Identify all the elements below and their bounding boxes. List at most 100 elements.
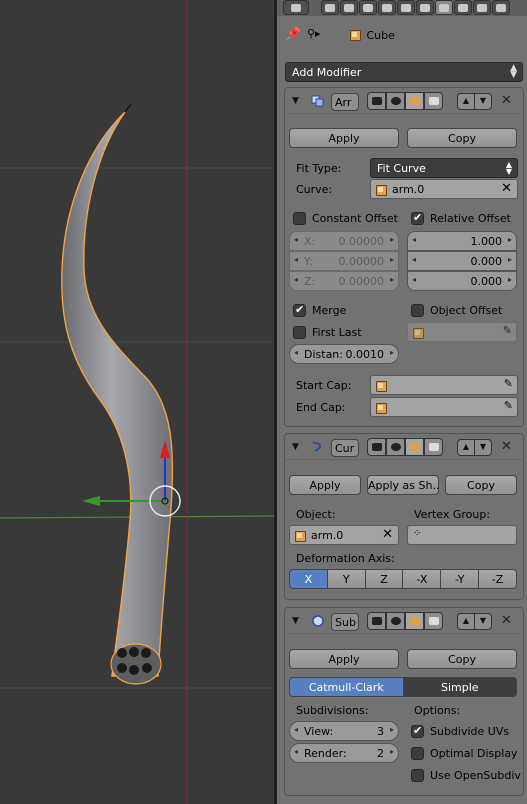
view-levels-field[interactable]: ◂ View: 3 ▸ <box>289 721 399 741</box>
constant-y-field[interactable]: ◂ Y: 0.00000 ▸ <box>289 251 399 271</box>
arrow-left-icon: ◂ <box>294 275 299 284</box>
subdivision-type-selector: Catmull-Clark Simple <box>289 677 517 697</box>
texture-tab-icon[interactable] <box>492 0 510 15</box>
arrow-left-icon: ◂ <box>412 275 417 284</box>
remove-modifier-icon[interactable]: ✕ <box>501 93 512 108</box>
viewport-eye-icon[interactable] <box>386 438 405 456</box>
axis-y-button[interactable]: Y <box>327 569 366 589</box>
object-offset-checkbox[interactable] <box>411 304 424 317</box>
catmull-clark-button[interactable]: Catmull-Clark <box>289 677 404 697</box>
move-up-icon[interactable]: ▲ <box>457 439 475 456</box>
end-cap-field[interactable]: ✎ <box>370 397 518 417</box>
copy-button[interactable]: Copy <box>407 128 517 148</box>
start-cap-field[interactable]: ✎ <box>370 375 518 395</box>
merge-checkbox[interactable] <box>293 303 306 317</box>
scene-tab-icon[interactable] <box>359 0 377 15</box>
vertex-group-field[interactable]: ⁘ <box>407 525 517 545</box>
pin-icon[interactable]: 📌 <box>285 27 301 42</box>
curve-object-field[interactable]: arm.0 ✕ <box>289 525 399 545</box>
relative-x-field[interactable]: ◂ 1.000 ▸ <box>407 231 517 251</box>
viewport-eye-icon[interactable] <box>386 92 405 110</box>
data-tab-icon[interactable] <box>454 0 472 15</box>
menu-arrows-icon: ▲ ▼ <box>510 63 517 80</box>
relative-z-field[interactable]: ◂ 0.000 ▸ <box>407 271 517 291</box>
viewport-canvas[interactable] <box>0 0 274 804</box>
material-tab-icon[interactable] <box>473 0 491 15</box>
curve-value: arm.0 <box>392 183 425 196</box>
collapse-triangle-icon[interactable]: ▼ <box>292 616 299 626</box>
remove-modifier-icon[interactable]: ✕ <box>501 439 512 454</box>
editor-type-icon[interactable] <box>283 0 309 15</box>
move-down-icon[interactable]: ▼ <box>474 439 492 456</box>
axis-neg-x-button[interactable]: -X <box>403 569 442 589</box>
offset-object-field[interactable]: ✎ <box>407 322 517 342</box>
axis-neg-y-button[interactable]: -Y <box>441 569 480 589</box>
eyedropper-icon[interactable]: ✎ <box>503 324 512 337</box>
fit-type-dropdown[interactable]: Fit Curve ▲ ▼ <box>370 158 518 178</box>
render-tab-icon[interactable] <box>321 0 339 15</box>
eyedropper-icon[interactable]: ✎ <box>504 399 513 412</box>
collapse-triangle-icon[interactable]: ▼ <box>292 442 299 452</box>
curve-field[interactable]: arm.0 ✕ <box>370 179 518 199</box>
first-last-checkbox[interactable] <box>293 326 306 339</box>
viewport-eye-icon[interactable] <box>386 612 405 630</box>
subdivisions-label: Subdivisions: <box>296 704 369 717</box>
add-modifier-label: Add Modifier <box>292 66 362 79</box>
move-up-icon[interactable]: ▲ <box>457 613 475 630</box>
eyedropper-icon[interactable]: ✎ <box>504 377 513 390</box>
layers-tab-icon[interactable] <box>340 0 358 15</box>
axis-x-button[interactable]: X <box>289 569 328 589</box>
collapse-triangle-icon[interactable]: ▼ <box>292 96 299 106</box>
constant-offset-checkbox[interactable] <box>293 212 306 225</box>
fit-type-value: Fit Curve <box>377 162 426 175</box>
apply-as-shape-button[interactable]: Apply as Sh... <box>367 475 439 495</box>
modifier-name-field[interactable]: Arr <box>331 93 359 111</box>
distance-label: Distan: <box>304 348 343 361</box>
copy-button[interactable]: Copy <box>445 475 517 495</box>
distance-value: 0.0010 <box>345 348 385 361</box>
clear-icon[interactable]: ✕ <box>382 527 393 542</box>
use-opensubdiv-checkbox[interactable] <box>411 769 424 782</box>
move-down-icon[interactable]: ▼ <box>474 613 492 630</box>
apply-button[interactable]: Apply <box>289 475 361 495</box>
render-toggle-icon[interactable] <box>367 92 386 110</box>
move-down-icon[interactable]: ▼ <box>474 93 492 110</box>
modifiers-tab-icon[interactable] <box>435 0 453 15</box>
editmode-toggle-icon[interactable] <box>405 92 424 110</box>
relative-y-field[interactable]: ◂ 0.000 ▸ <box>407 251 517 271</box>
render-toggle-icon[interactable] <box>367 612 386 630</box>
apply-button[interactable]: Apply <box>289 649 399 669</box>
simple-button[interactable]: Simple <box>403 677 517 697</box>
move-up-icon[interactable]: ▲ <box>457 93 475 110</box>
render-levels-field[interactable]: ◂ Render: 2 ▸ <box>289 743 399 763</box>
on-cage-toggle-icon[interactable] <box>424 612 443 630</box>
editmode-toggle-icon[interactable] <box>405 612 424 630</box>
on-cage-toggle-icon[interactable] <box>424 92 443 110</box>
constant-z-field[interactable]: ◂ Z: 0.00000 ▸ <box>289 271 399 291</box>
modifier-name-field[interactable]: Sub <box>331 613 359 631</box>
optimal-display-checkbox[interactable] <box>411 747 424 760</box>
modifier-name-field[interactable]: Cur <box>331 439 359 457</box>
remove-modifier-icon[interactable]: ✕ <box>501 613 512 628</box>
render-toggle-icon[interactable] <box>367 438 386 456</box>
subsurf-modifier-panel: ▼ Sub ▲ ▼ ✕ Apply Copy Catmull-Clark Sim… <box>284 607 524 796</box>
clear-icon[interactable]: ✕ <box>501 181 512 196</box>
constraints-tab-icon[interactable] <box>416 0 434 15</box>
add-modifier-menu[interactable]: Add Modifier ▲ ▼ <box>285 62 523 82</box>
object-tab-icon[interactable] <box>397 0 415 15</box>
axis-neg-z-button[interactable]: -Z <box>479 569 517 589</box>
editmode-toggle-icon[interactable] <box>405 438 424 456</box>
context-breadcrumb: 📌 ⚲▸ Cube <box>285 26 523 46</box>
relative-offset-checkbox[interactable] <box>411 211 424 225</box>
copy-button[interactable]: Copy <box>407 649 517 669</box>
on-cage-toggle-icon[interactable] <box>424 438 443 456</box>
axis-z-button[interactable]: Z <box>365 569 404 589</box>
subdivide-uvs-checkbox[interactable] <box>411 724 424 738</box>
world-tab-icon[interactable] <box>378 0 396 15</box>
constant-x-field[interactable]: ◂ X: 0.00000 ▸ <box>289 231 399 251</box>
apply-button[interactable]: Apply <box>289 128 399 148</box>
object-label: Object: <box>296 508 336 521</box>
3d-viewport[interactable] <box>0 0 274 804</box>
curve-modifier-panel: ▼ Cur ▲ ▼ ✕ Apply Apply as Sh... Copy Ob… <box>284 433 524 600</box>
merge-distance-field[interactable]: ◂ Distan: 0.0010 ▸ <box>289 344 399 364</box>
